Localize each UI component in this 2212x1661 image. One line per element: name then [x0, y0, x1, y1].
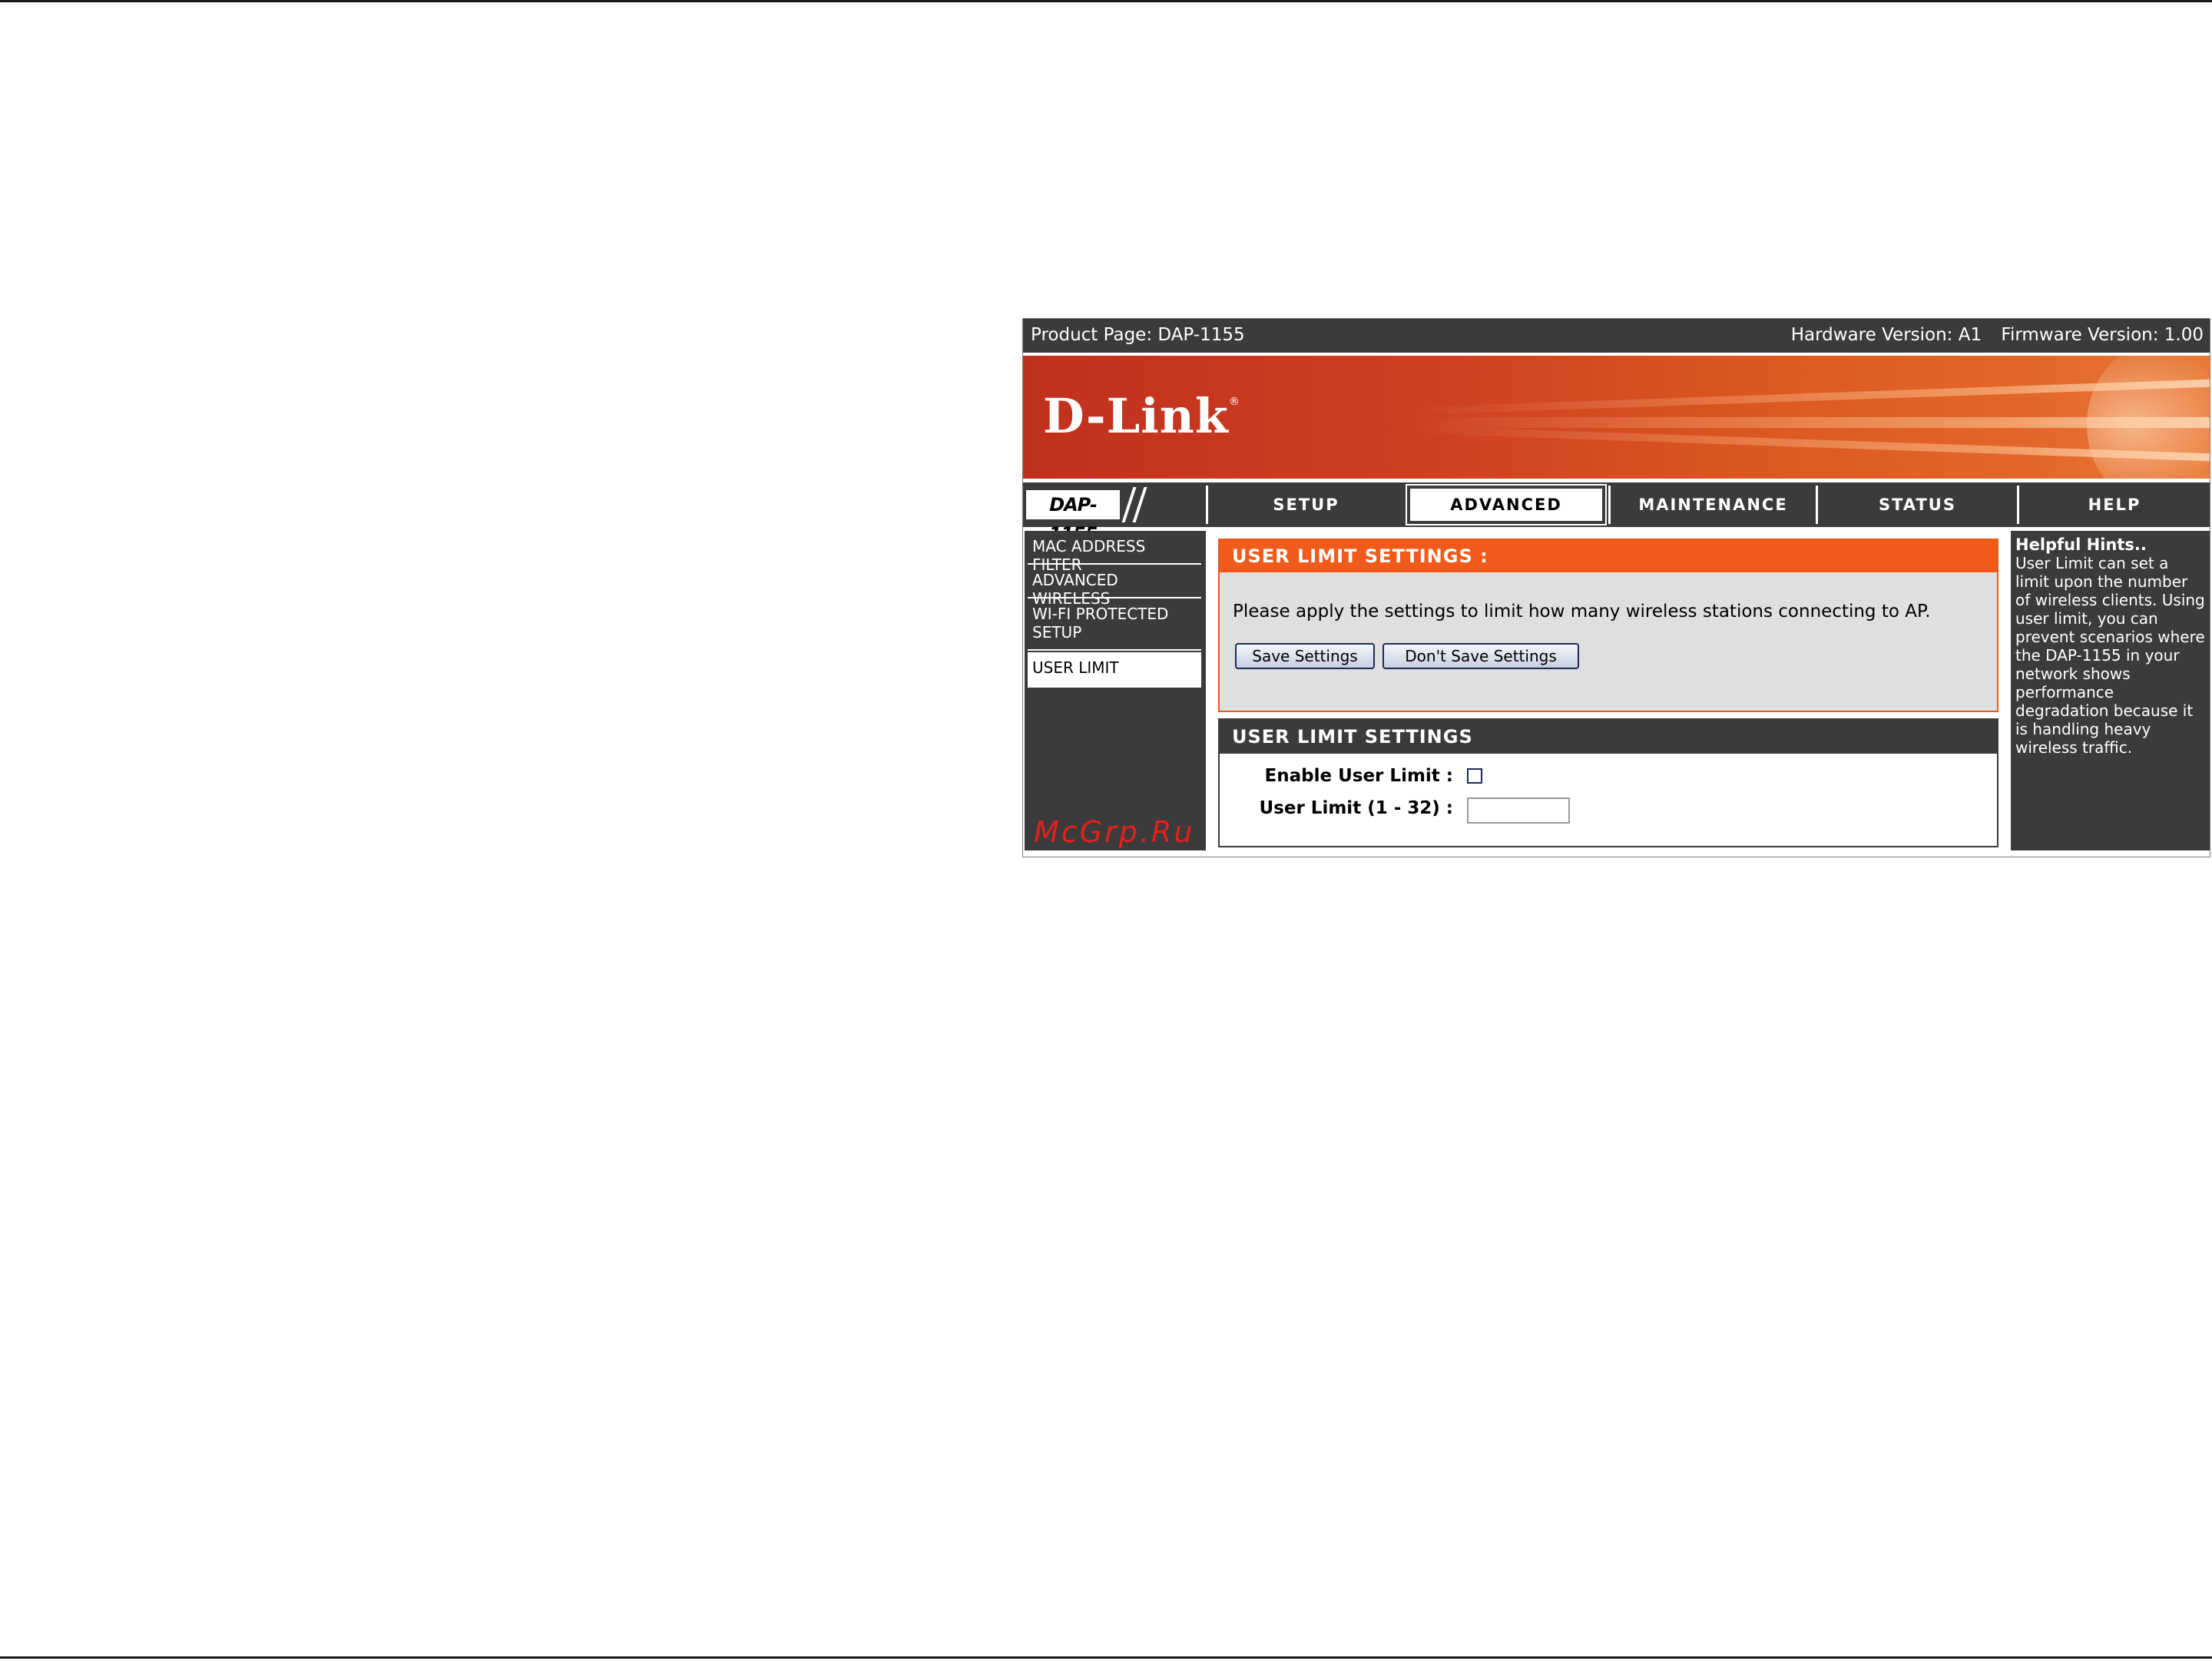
section-title: USER LIMIT SETTINGS: [1220, 720, 1997, 754]
slash-decoration-icon: [1132, 487, 1147, 522]
sidebar-item-wifi-protected-setup[interactable]: WI-FI PROTECTED SETUP: [1028, 598, 1201, 651]
section-description: Please apply the settings to limit how m…: [1233, 602, 1931, 622]
version-info: Hardware Version: A1 Firmware Version: 1…: [1777, 325, 2204, 345]
page-top-rule: [0, 0, 2212, 2]
helpful-hints-panel: Helpful Hints.. User Limit can set a lim…: [2011, 531, 2210, 850]
section-title: USER LIMIT SETTINGS :: [1220, 540, 1997, 572]
user-limit-settings-panel: USER LIMIT SETTINGS Enable User Limit : …: [1218, 718, 1998, 847]
top-info-bar: Product Page: DAP-1155 Hardware Version:…: [1023, 319, 2210, 353]
router-admin-window: Product Page: DAP-1155 Hardware Version:…: [1022, 318, 2210, 857]
apply-settings-panel: USER LIMIT SETTINGS : Please apply the s…: [1218, 539, 1998, 712]
dlink-logo: D-Link®: [1043, 388, 1240, 444]
main-nav: DAP-1155 SETUP ADVANCED MAINTENANCE STAT…: [1023, 482, 2210, 545]
hints-title: Helpful Hints..: [2015, 535, 2147, 554]
model-label: DAP-1155: [1026, 490, 1120, 545]
sidebar-item-mac-address-filter[interactable]: MAC ADDRESS FILTER: [1028, 531, 1201, 574]
save-settings-button[interactable]: Save Settings: [1235, 643, 1375, 669]
tab-status[interactable]: STATUS: [1816, 486, 2017, 524]
dont-save-settings-button[interactable]: Don't Save Settings: [1382, 643, 1579, 669]
tab-advanced[interactable]: ADVANCED: [1406, 484, 1607, 525]
content-area: USER LIMIT SETTINGS : Please apply the s…: [1210, 531, 2002, 854]
sidebar-item-user-limit[interactable]: USER LIMIT: [1028, 652, 1201, 688]
enable-user-limit-checkbox[interactable]: [1467, 768, 1482, 784]
brand-banner: D-Link®: [1023, 356, 2210, 479]
firmware-version: Firmware Version: 1.00: [2001, 325, 2204, 345]
sidebar: MAC ADDRESS FILTER ADVANCED WIRELESS WI-…: [1025, 531, 1206, 850]
product-page-link[interactable]: Product Page: DAP-1155: [1031, 325, 1245, 345]
tab-setup[interactable]: SETUP: [1206, 486, 1404, 524]
watermark: McGrp.Ru: [1034, 815, 1195, 849]
tab-help[interactable]: HELP: [2017, 486, 2210, 524]
page-bottom-rule: [0, 1656, 2212, 1659]
user-limit-input[interactable]: [1467, 797, 1570, 824]
hints-body: User Limit can set a limit upon the numb…: [2015, 554, 2205, 757]
enable-user-limit-label: Enable User Limit :: [1264, 766, 1453, 786]
tab-maintenance[interactable]: MAINTENANCE: [1608, 486, 1816, 524]
hardware-version: Hardware Version: A1: [1790, 325, 1982, 345]
user-limit-label: User Limit (1 - 32) :: [1259, 798, 1453, 818]
sidebar-item-advanced-wireless[interactable]: ADVANCED WIRELESS: [1028, 565, 1201, 608]
model-badge: DAP-1155: [1025, 486, 1206, 545]
